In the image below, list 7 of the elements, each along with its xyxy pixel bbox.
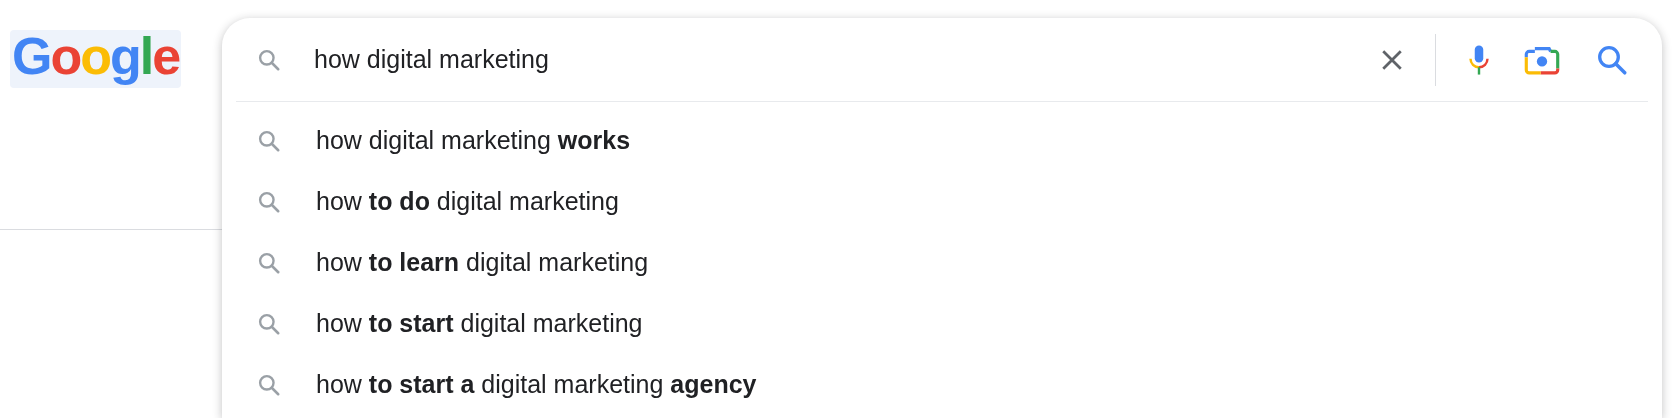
suggestion-item[interactable]: how digital marketing works <box>234 110 1650 171</box>
suggestion-item[interactable]: how to start digital marketing <box>234 293 1650 354</box>
suggestion-item[interactable]: how to start a digital marketing agency <box>234 354 1650 415</box>
google-logo[interactable]: Google <box>10 30 182 88</box>
suggestion-item[interactable]: how to do digital marketing <box>234 171 1650 232</box>
search-field[interactable]: how digital marketing <box>314 40 1363 79</box>
suggestion-item[interactable]: how to learn digital marketing <box>234 232 1650 293</box>
